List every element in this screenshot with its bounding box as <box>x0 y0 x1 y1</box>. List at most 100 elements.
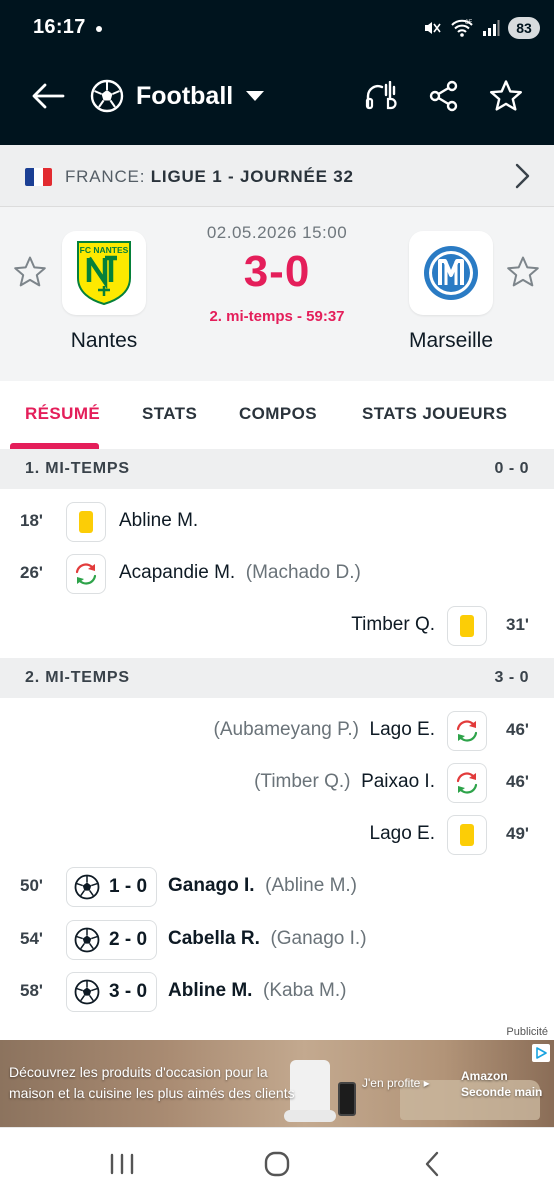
football-icon <box>74 874 100 900</box>
event-player: (Aubameyang P.) Lago E. <box>213 719 435 740</box>
sport-label: Football <box>136 81 234 110</box>
chevron-right-icon <box>515 163 530 189</box>
ad-container: Publicité Découvrez les produits d'occas… <box>0 1023 554 1127</box>
ad-brand: Amazon Seconde main <box>461 1069 543 1099</box>
signal-icon <box>483 20 500 36</box>
match-tabs: RÉSUMÉ STATS COMPOS STATS JOUEURS <box>0 381 554 449</box>
goal-score: 3 - 0 <box>109 981 148 1002</box>
timeline-event[interactable]: (Aubameyang P.) Lago E. 46' <box>0 705 554 757</box>
timeline-event[interactable]: (Timber Q.) Paixao I. 46' <box>0 757 554 809</box>
period-score: 3 - 0 <box>494 669 529 686</box>
timeline-event[interactable]: 58' 3 - 0 Abline M. (Kaba M.) <box>0 966 554 1018</box>
tab-resume[interactable]: RÉSUMÉ <box>25 404 100 424</box>
substitution-icon <box>66 554 106 594</box>
recent-apps-button[interactable] <box>102 1146 142 1182</box>
substitution-icon <box>447 711 487 751</box>
battery-indicator: 83 <box>508 17 540 39</box>
period-score: 0 - 0 <box>494 460 529 477</box>
svg-text:FC NANTES: FC NANTES <box>80 245 129 255</box>
event-player: Timber Q. <box>351 614 435 635</box>
yellow-card-icon <box>447 606 487 646</box>
favorite-button[interactable] <box>486 76 526 116</box>
away-team-name[interactable]: Marseille <box>376 329 526 353</box>
tab-compos[interactable]: COMPOS <box>239 404 317 424</box>
app-bar: Football <box>0 68 554 124</box>
period-header-first-half: 1. MI-TEMPS 0 - 0 <box>0 449 554 489</box>
ad-label: Publicité <box>506 1026 548 1038</box>
wifi-icon: 6E <box>451 19 473 37</box>
league-bar[interactable]: FRANCE: LIGUE 1 - JOURNÉE 32 <box>0 145 554 207</box>
period-name: 2. MI-TEMPS <box>25 669 130 686</box>
app-header: 16:17 6E 83 Football <box>0 0 554 145</box>
tab-stats[interactable]: STATS <box>142 404 197 424</box>
event-player: Acapandie M. (Machado D.) <box>119 562 361 583</box>
home-team-logo[interactable]: FC NANTES <box>62 231 146 315</box>
league-competition: LIGUE 1 - JOURNÉE 32 <box>150 167 354 186</box>
goal-badge: 1 - 0 <box>66 867 158 907</box>
event-minute: 18' <box>20 511 43 530</box>
football-icon <box>74 927 100 953</box>
football-icon <box>90 79 124 113</box>
yellow-card-icon <box>447 815 487 855</box>
recent-apps-icon <box>110 1153 134 1175</box>
svg-text:6E: 6E <box>465 20 472 26</box>
home-team-favorite-star-icon[interactable] <box>13 255 47 289</box>
timeline-event[interactable]: Timber Q. 31' <box>0 600 554 652</box>
league-country: FRANCE: <box>65 167 146 186</box>
event-minute: 46' <box>506 720 529 739</box>
event-minute: 49' <box>506 824 529 843</box>
substitution-icon <box>447 763 487 803</box>
system-nav-bar <box>0 1127 554 1200</box>
league-title: FRANCE: LIGUE 1 - JOURNÉE 32 <box>65 167 354 187</box>
share-button[interactable] <box>424 76 464 116</box>
period-header-second-half: 2. MI-TEMPS 3 - 0 <box>0 658 554 698</box>
match-score: 3-0 <box>243 247 311 296</box>
status-icons: 6E 83 <box>422 15 540 41</box>
timeline-event[interactable]: 50' 1 - 0 Ganago I. (Abline M.) <box>0 861 554 913</box>
timeline-event[interactable]: 18' Abline M. <box>0 496 554 548</box>
yellow-card-icon <box>66 502 106 542</box>
football-icon <box>74 979 100 1005</box>
event-minute: 50' <box>20 876 43 895</box>
match-status: 2. mi-temps - 59:37 <box>209 308 345 325</box>
mute-icon <box>425 22 441 34</box>
status-time: 16:17 <box>33 16 86 38</box>
ad-cta[interactable]: J'en profite ▸ <box>362 1076 430 1090</box>
event-player: Abline M. <box>119 510 199 531</box>
home-icon <box>264 1151 290 1177</box>
ad-choices-icon[interactable] <box>532 1044 550 1062</box>
event-minute: 46' <box>506 772 529 791</box>
event-minute: 58' <box>20 981 43 1000</box>
sport-selector[interactable]: Football <box>90 76 265 116</box>
event-player: Lago E. <box>369 823 436 844</box>
timeline-event[interactable]: 26' Acapandie M. (Machado D.) <box>0 548 554 600</box>
audio-commentary-button[interactable] <box>362 76 402 116</box>
tab-stats-joueurs[interactable]: STATS JOUEURS <box>362 404 507 424</box>
vacuum-base-image <box>284 1110 336 1122</box>
home-team-name[interactable]: Nantes <box>29 329 179 353</box>
ad-banner[interactable]: Découvrez les produits d'occasion pour l… <box>0 1040 554 1127</box>
system-back-button[interactable] <box>412 1146 452 1182</box>
france-flag-icon <box>25 168 52 186</box>
period-name: 1. MI-TEMPS <box>25 460 130 477</box>
home-button[interactable] <box>257 1146 297 1182</box>
status-bar: 16:17 6E 83 <box>0 0 554 56</box>
goal-score: 1 - 0 <box>109 876 148 897</box>
notification-dot-icon <box>96 26 102 32</box>
event-minute: 54' <box>20 929 43 948</box>
chevron-left-icon <box>425 1151 439 1177</box>
event-minute: 26' <box>20 563 43 582</box>
back-button[interactable] <box>28 76 68 116</box>
timeline-event[interactable]: Lago E. 49' <box>0 809 554 861</box>
marseille-crest-icon <box>424 246 478 300</box>
timeline-event[interactable]: 54' 2 - 0 Cabella R. (Ganago I.) <box>0 914 554 966</box>
nantes-crest-icon: FC NANTES <box>77 241 131 306</box>
caret-down-icon <box>246 91 265 101</box>
away-team-favorite-star-icon[interactable] <box>506 255 540 289</box>
arrow-left-icon <box>32 83 65 109</box>
match-date: 02.05.2026 15:00 <box>206 223 348 242</box>
event-player: (Timber Q.) Paixao I. <box>254 771 435 792</box>
goal-badge: 2 - 0 <box>66 920 158 960</box>
away-team-logo[interactable] <box>409 231 493 315</box>
star-icon <box>490 80 522 111</box>
